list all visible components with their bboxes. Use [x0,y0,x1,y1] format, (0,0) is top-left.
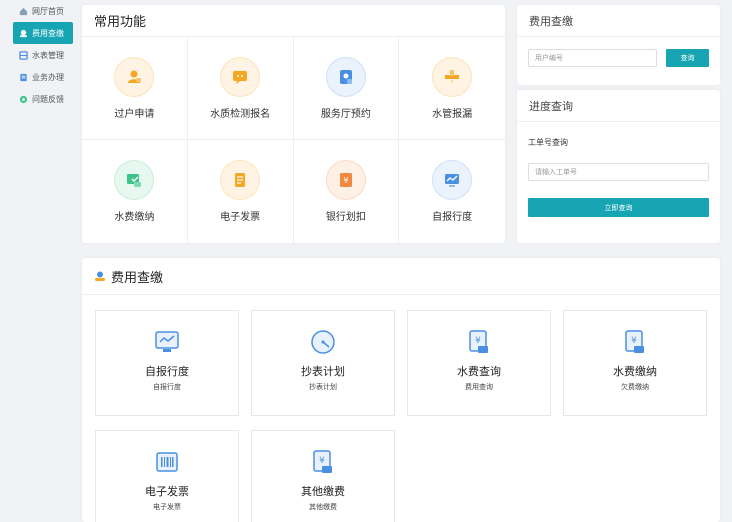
card-subtitle: 欠费缴纳 [621,384,649,391]
sidebar: 网厅首页 费用查缴 水表管理 业务办理 问题反馈 [13,0,73,110]
fee-card-bill-query[interactable]: ¥ 水费查询 费用查询 [407,310,551,416]
user-number-input[interactable]: 用户编号 [528,49,657,67]
home-icon [19,7,28,16]
fee-query-panel: 费用查缴 用户编号 查询 [517,5,720,85]
card-subtitle: 抄表计划 [309,384,337,391]
func-self-report[interactable]: 自报行度 [399,140,505,243]
water-quality-icon [220,56,261,97]
func-water-quality[interactable]: 水质检测报名 [187,37,294,140]
fee-card-e-invoice[interactable]: 电子发票 电子发票 [95,430,239,522]
func-label: 自报行度 [432,212,473,223]
fee-section-icon [94,270,106,282]
bank-deduct-icon: ¥ [325,160,366,200]
sidebar-item-business[interactable]: 业务办理 [13,66,73,88]
func-transfer[interactable]: 过户申请 [82,37,188,140]
card-subtitle: 自报行度 [153,384,181,391]
sidebar-item-label: 业务办理 [32,72,64,82]
bill-search-icon: ¥ [464,327,494,357]
fee-section-panel: 费用查缴 自报行度 自报行度 抄表计划 抄表计划 ¥ 水费查询 费用查询 ¥ 水… [82,258,720,522]
e-invoice-icon [220,160,261,200]
monitor-icon [152,327,182,357]
query-now-button[interactable]: 立即查询 [528,198,709,217]
panel-title: 进度查询 [517,90,720,122]
card-title: 其他缴费 [301,486,345,498]
card-subtitle: 其他缴费 [309,504,337,511]
func-label: 水费缴纳 [114,212,155,223]
sidebar-item-home[interactable]: 网厅首页 [13,0,73,22]
svg-text:¥: ¥ [475,336,481,346]
func-water-payment[interactable]: 水费缴纳 [82,140,188,243]
water-payment-icon [114,160,155,200]
func-hall-booking[interactable]: 服务厅预约 [293,37,400,140]
svg-text:¥: ¥ [319,456,325,466]
transfer-user-icon [114,56,155,97]
card-title: 抄表计划 [301,366,345,378]
work-order-input[interactable]: 请输入工单号 [528,163,709,181]
query-button[interactable]: 查询 [666,49,709,67]
func-label: 电子发票 [220,212,261,223]
sidebar-item-label: 水表管理 [32,50,64,60]
func-label: 水质检测报名 [210,108,271,120]
gauge-icon [308,327,338,357]
common-functions-panel: 常用功能 过户申请 水质检测报名 服务厅预约 水管报漏 水费缴纳 电子发票 ¥ … [82,5,505,243]
sidebar-item-feedback[interactable]: 问题反馈 [13,88,73,110]
other-payment-icon: ¥ [308,447,338,477]
panel-title: 费用查缴 [517,5,720,37]
fee-card-other-payment[interactable]: ¥ 其他缴费 其他缴费 [251,430,395,522]
progress-query-panel: 进度查询 工单号查询 请输入工单号 立即查询 [517,90,720,243]
common-functions-grid: 过户申请 水质检测报名 服务厅预约 水管报漏 水费缴纳 电子发票 ¥ 银行划扣 … [82,37,505,243]
func-e-invoice[interactable]: 电子发票 [188,140,294,243]
func-label: 水管报漏 [432,108,473,120]
sidebar-item-label: 费用查缴 [32,28,64,38]
fee-card-bill-pay[interactable]: ¥ 水费缴纳 欠费缴纳 [563,310,707,416]
sidebar-item-meter[interactable]: 水表管理 [13,44,73,66]
card-title: 水费缴纳 [613,366,657,378]
business-icon [19,73,28,82]
card-title: 水费查询 [457,366,501,378]
pipe-leak-icon [432,56,473,97]
func-label: 过户申请 [114,108,155,120]
meter-icon [19,50,28,60]
func-bank-deduct[interactable]: ¥ 银行划扣 [294,140,400,243]
card-subtitle: 费用查询 [465,384,493,391]
func-label: 银行划扣 [325,212,366,223]
sidebar-item-label: 网厅首页 [32,6,64,16]
svg-text:¥: ¥ [631,336,637,346]
barcode-invoice-icon [152,447,182,477]
work-order-label: 工单号查询 [528,138,568,147]
func-pipe-leak[interactable]: 水管报漏 [399,37,505,140]
feedback-icon [19,95,28,104]
sidebar-item-fee[interactable]: 费用查缴 [13,22,73,44]
fee-section-title: 费用查缴 [111,269,164,285]
sidebar-item-label: 问题反馈 [32,94,64,104]
fee-card-self-report[interactable]: 自报行度 自报行度 [95,310,239,416]
bill-pay-icon: ¥ [620,327,650,357]
fee-section-header: 费用查缴 [82,258,720,295]
svg-text:¥: ¥ [343,176,348,185]
hall-booking-icon [325,56,366,97]
func-label: 服务厅预约 [320,108,371,120]
panel-title: 常用功能 [82,5,505,37]
self-report-icon [432,160,473,200]
fee-icon [19,29,28,38]
fee-card-meter-plan[interactable]: 抄表计划 抄表计划 [251,310,395,416]
card-subtitle: 电子发票 [153,504,181,511]
card-title: 电子发票 [145,486,189,498]
card-title: 自报行度 [145,366,189,378]
